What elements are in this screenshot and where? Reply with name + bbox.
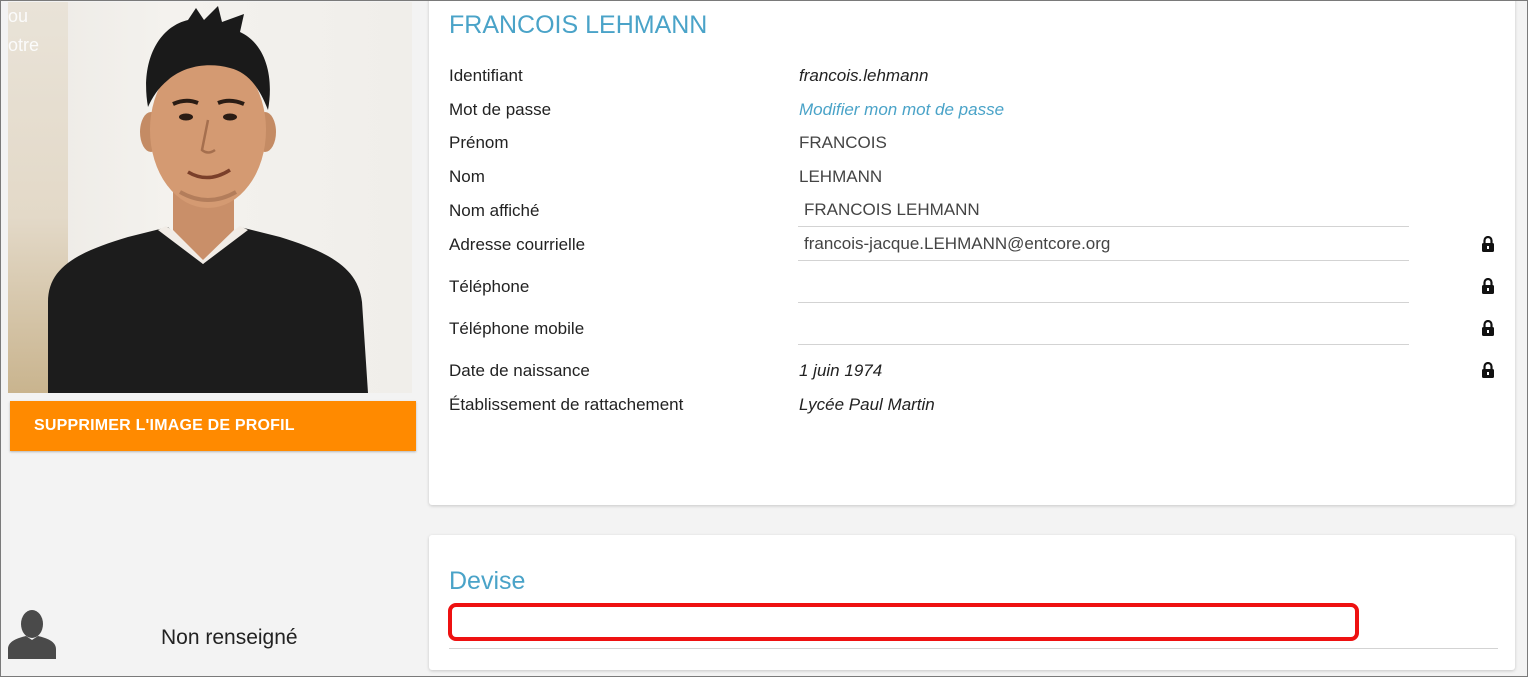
profile-info-card: FRANCOIS LEHMANN Identifiant francois.le… [429, 1, 1515, 505]
lock-icon [1482, 320, 1494, 336]
motto-card: Devise [429, 535, 1515, 670]
login-value: francois.lehmann [799, 66, 929, 85]
change-password-link[interactable]: Modifier mon mot de passe [799, 100, 1004, 120]
lock-icon [1482, 236, 1494, 252]
motto-input[interactable] [449, 611, 1498, 649]
lock-icon [1482, 362, 1494, 378]
password-label: Mot de passe [449, 100, 552, 119]
phone-label: Téléphone [449, 277, 530, 296]
lock-icon [1482, 278, 1494, 294]
birthdate-value: 1 juin 1974 [799, 361, 883, 380]
delete-profile-image-button[interactable]: SUPPRIMER L'IMAGE DE PROFIL [10, 401, 416, 451]
display-name-field[interactable] [798, 194, 1409, 227]
profile-photo: ou otre [8, 2, 412, 393]
first-name-label: Prénom [449, 133, 509, 152]
user-silhouette-icon [8, 610, 56, 659]
phone-field[interactable] [798, 270, 1409, 303]
last-name-label: Nom [449, 167, 485, 186]
first-name-value: FRANCOIS [799, 133, 887, 152]
school-label: Établissement de rattachement [449, 395, 684, 414]
email-label: Adresse courrielle [449, 235, 586, 254]
display-name-label: Nom affiché [449, 201, 540, 220]
birthdate-label: Date de naissance [449, 361, 590, 380]
motto-heading: Devise [449, 567, 526, 595]
login-label: Identifiant [449, 66, 523, 85]
email-field[interactable] [798, 228, 1409, 261]
mobile-field[interactable] [798, 312, 1409, 345]
school-value: Lycée Paul Martin [799, 395, 935, 414]
portrait-illustration [48, 6, 368, 393]
profile-name-heading: FRANCOIS LEHMANN [449, 11, 708, 39]
app-frame: ou otre SUPPRIMER L'IMAGE DE PROFIL Non … [0, 0, 1528, 677]
motto-status-text: Non renseigné [161, 626, 298, 649]
last-name-value: LEHMANN [799, 167, 883, 186]
mobile-label: Téléphone mobile [449, 319, 585, 338]
